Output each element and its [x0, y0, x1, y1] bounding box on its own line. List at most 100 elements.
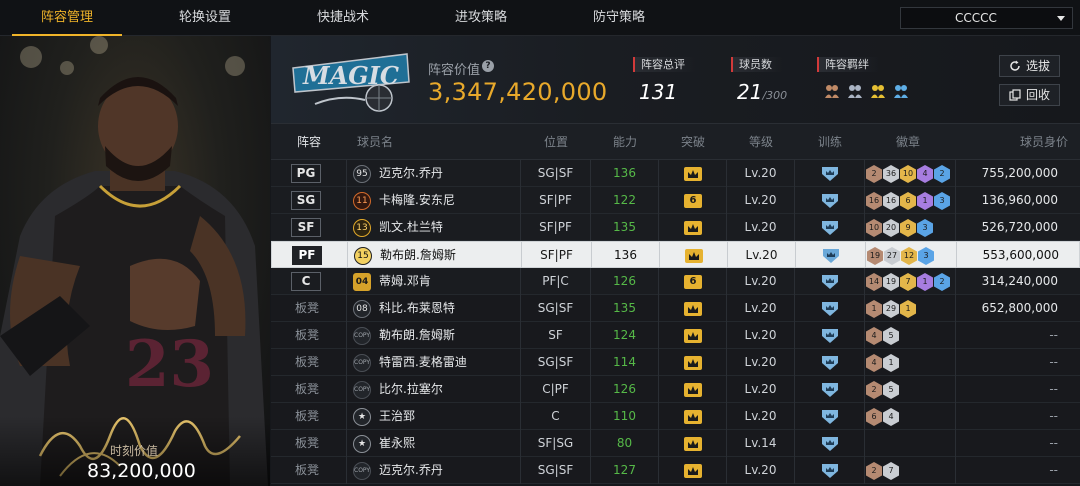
select-button-label: 选拔 — [1026, 59, 1051, 73]
tab-lineup-management[interactable]: 阵容管理 — [12, 0, 122, 36]
player-value: 553,600,000 — [982, 248, 1059, 262]
table-row[interactable]: 板凳 COPY 比尔.拉塞尔 C|PF 126 Lv.20 2 5 -- — [271, 376, 1080, 403]
player-name[interactable]: 王治郅 — [379, 403, 415, 430]
position-cell: C — [521, 403, 591, 430]
player-value: -- — [1049, 382, 1058, 396]
level-cell: Lv.20 — [727, 187, 795, 214]
player-name[interactable]: 勒布朗.詹姆斯 — [380, 242, 456, 269]
slot-cell: 板凳 — [271, 322, 347, 349]
player-name[interactable]: 卡梅隆.安东尼 — [379, 187, 455, 214]
bond-blue-icon[interactable] — [892, 82, 910, 100]
player-tier-badge: ★ — [353, 435, 371, 453]
table-row[interactable]: SF 13 凯文.杜兰特 SF|PF 135 Lv.20 10 20 9 3 526,720,000 — [271, 214, 1080, 241]
ability-cell: 124 — [591, 322, 659, 349]
player-value: -- — [1049, 436, 1058, 450]
position-cell: SF|PF — [521, 214, 591, 241]
player-tier-badge: 04 — [353, 273, 371, 291]
table-row[interactable]: C 04 蒂姆.邓肯 PF|C 126 6 Lv.20 14 19 7 1 2 314,240,000 — [271, 268, 1080, 295]
lineup-value-label: 阵容价值 — [428, 63, 481, 78]
player-tier-badge: COPY — [353, 462, 371, 480]
player-tier-badge: 15 — [354, 247, 372, 265]
player-name[interactable]: 比尔.拉塞尔 — [379, 376, 443, 403]
player-name[interactable]: 迈克尔.乔丹 — [379, 160, 443, 187]
ability-cell: 122 — [591, 187, 659, 214]
training-icon[interactable] — [820, 219, 840, 236]
training-icon[interactable] — [821, 247, 841, 264]
ability-cell: 80 — [591, 430, 659, 457]
training-icon[interactable] — [820, 408, 840, 425]
training-icon[interactable] — [820, 381, 840, 398]
table-row[interactable]: 板凳 ★ 崔永熙 SF|SG 80 Lv.14 -- — [271, 430, 1080, 457]
player-name[interactable]: 勒布朗.詹姆斯 — [379, 322, 455, 349]
col-position[interactable]: 位置 — [521, 124, 591, 160]
table-row[interactable]: 板凳 COPY 勒布朗.詹姆斯 SF 124 Lv.20 4 5 -- — [271, 322, 1080, 349]
ability-cell: 110 — [591, 403, 659, 430]
lineup-select[interactable]: CCCCC — [900, 7, 1073, 29]
table-row[interactable]: 板凳 08 科比.布莱恩特 SG|SF 135 Lv.20 1 29 1 652,800,000 — [271, 295, 1080, 322]
col-breakthrough[interactable]: 突破 — [659, 124, 727, 160]
select-button[interactable]: 选拔 — [999, 55, 1060, 77]
lineup-select-value: CCCCC — [955, 11, 997, 25]
tab-defense-strategy[interactable]: 防守策略 — [564, 0, 674, 36]
ability-cell: 127 — [591, 457, 659, 484]
training-icon[interactable] — [820, 327, 840, 344]
player-value: 755,200,000 — [981, 166, 1058, 180]
help-icon[interactable]: ? — [482, 60, 494, 72]
player-value: -- — [1049, 409, 1058, 423]
table-row[interactable]: 板凳 ★ 王治郅 C 110 Lv.20 6 4 -- — [271, 403, 1080, 430]
col-level[interactable]: 等级 — [727, 124, 795, 160]
col-slot[interactable]: 阵容 — [271, 124, 347, 160]
player-name[interactable]: 迈克尔.乔丹 — [379, 457, 443, 484]
table-row[interactable]: PF 15 勒布朗.詹姆斯 SF|PF 136 Lv.20 19 27 12 3 553,600,0… — [271, 241, 1080, 269]
position-cell: SG|SF — [521, 349, 591, 376]
table-row[interactable]: SG 11 卡梅隆.安东尼 SF|PF 122 6 Lv.20 16 16 6 1 3 136,960,… — [271, 187, 1080, 214]
tab-offense-strategy[interactable]: 进攻策略 — [426, 0, 536, 36]
tab-rotation-settings[interactable]: 轮换设置 — [150, 0, 260, 36]
col-ability[interactable]: 能力 — [591, 124, 659, 160]
player-name[interactable]: 特雷西.麦格雷迪 — [379, 349, 467, 376]
player-name[interactable]: 凯文.杜兰特 — [379, 214, 443, 241]
position-slot[interactable]: PF — [292, 246, 322, 265]
training-icon[interactable] — [820, 435, 840, 452]
position-slot[interactable]: PG — [291, 164, 321, 183]
level-cell: Lv.20 — [727, 160, 795, 187]
training-icon[interactable] — [820, 462, 840, 479]
player-value: 526,720,000 — [981, 220, 1058, 234]
tab-quick-tactics[interactable]: 快捷战术 — [288, 0, 398, 36]
position-slot[interactable]: SG — [291, 191, 321, 210]
level-cell: Lv.20 — [728, 242, 796, 269]
player-value: -- — [1049, 328, 1058, 342]
training-icon[interactable] — [820, 273, 840, 290]
player-card[interactable]: 23 时刻价值 83,200,000 — [0, 36, 270, 486]
player-name[interactable]: 蒂姆.邓肯 — [379, 268, 431, 295]
table-row[interactable]: 板凳 COPY 特雷西.麦格雷迪 SG|SF 114 Lv.20 4 1 -- — [271, 349, 1080, 376]
slot-cell: 板凳 — [271, 457, 347, 484]
slot-cell: SF — [271, 214, 347, 241]
crown-icon — [684, 167, 702, 181]
overall-rating-label: 阵容总评 — [633, 57, 695, 72]
training-icon[interactable] — [820, 354, 840, 371]
level-cell: Lv.20 — [727, 295, 795, 322]
ability-cell: 136 — [592, 242, 660, 269]
player-name[interactable]: 崔永熙 — [379, 430, 415, 457]
slot-cell: SG — [271, 187, 347, 214]
training-icon[interactable] — [820, 300, 840, 317]
bond-bronze-icon[interactable] — [823, 82, 841, 100]
table-row[interactable]: PG 95 迈克尔.乔丹 SG|SF 136 Lv.20 2 36 10 4 2 755,200,00… — [271, 160, 1080, 187]
bench-label: 板凳 — [295, 436, 320, 450]
col-badges[interactable]: 徽章 — [865, 124, 951, 160]
player-name[interactable]: 科比.布莱恩特 — [379, 295, 455, 322]
training-icon[interactable] — [820, 192, 840, 209]
breakthrough-level: 6 — [684, 194, 702, 208]
training-icon[interactable] — [820, 165, 840, 182]
recycle-button[interactable]: 回收 — [999, 84, 1060, 106]
table-row[interactable]: 板凳 COPY 迈克尔.乔丹 SG|SF 127 Lv.20 2 7 -- — [271, 457, 1080, 484]
col-name[interactable]: 球员名 — [347, 124, 403, 160]
bond-silver-icon[interactable] — [846, 82, 864, 100]
position-slot[interactable]: C — [291, 272, 321, 291]
col-value[interactable]: 球员身价 — [971, 124, 1068, 160]
col-training[interactable]: 训练 — [795, 124, 865, 160]
bench-label: 板凳 — [295, 301, 320, 315]
bond-gold-icon[interactable] — [869, 82, 887, 100]
position-slot[interactable]: SF — [291, 218, 321, 237]
